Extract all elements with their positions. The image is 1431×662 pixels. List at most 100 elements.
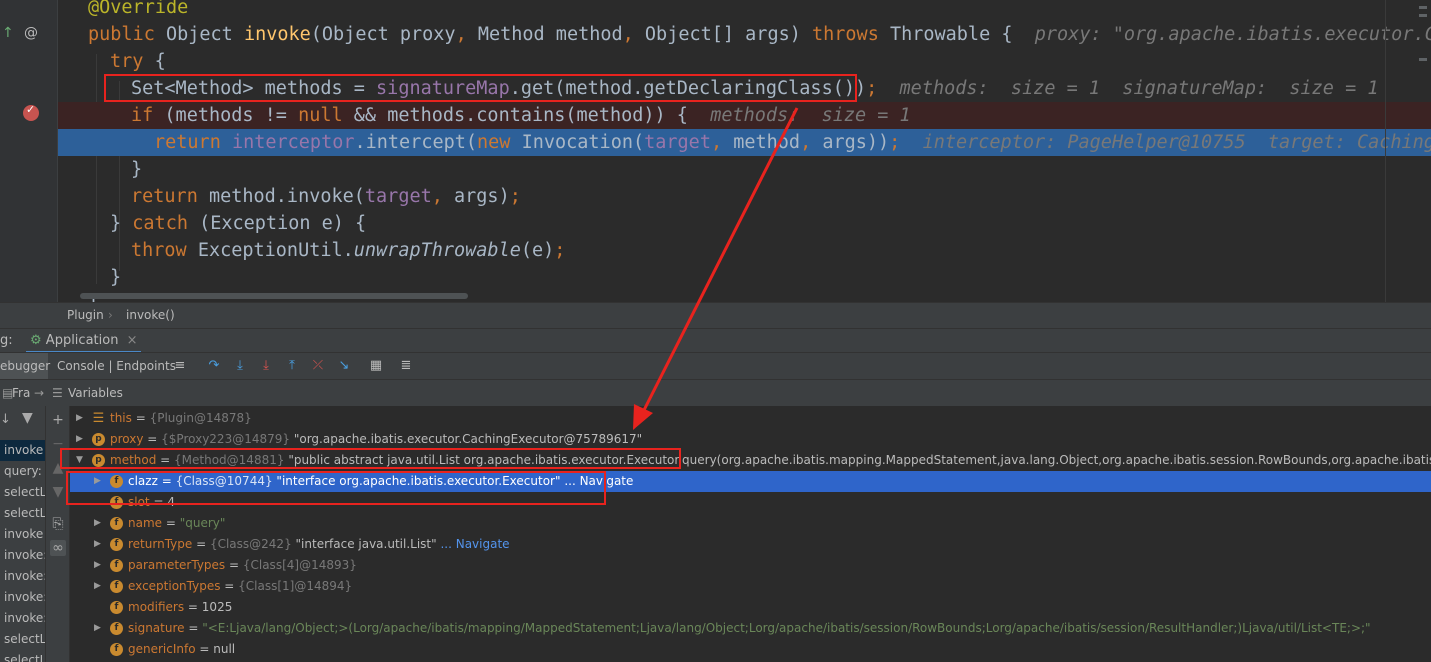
- step-into-icon[interactable]: ⤓: [232, 358, 248, 374]
- expand-arrow-icon[interactable]: ▶: [94, 555, 104, 576]
- code-token: throw: [131, 240, 198, 261]
- variables-tree[interactable]: ▶ ☰ this = {Plugin@14878} ▶ p proxy = {$Prox…: [70, 406, 1431, 662]
- force-step-into-icon[interactable]: ⤓: [258, 358, 274, 374]
- step-out-icon[interactable]: ⤒: [284, 358, 300, 374]
- field-icon: f: [110, 538, 123, 551]
- variable-value: null: [213, 642, 236, 656]
- variable-name: name: [128, 516, 163, 530]
- menu-icon[interactable]: ≡: [172, 358, 188, 374]
- error-stripe-mark[interactable]: [1419, 58, 1427, 61]
- copy-icon[interactable]: ⎘: [50, 516, 66, 532]
- show-watches-icon[interactable]: ∞: [50, 540, 66, 556]
- variable-name: exceptionTypes: [128, 579, 221, 593]
- code-editor[interactable]: ↑ @ ✓ @Override public Object invoke(Obje…: [0, 0, 1431, 302]
- expand-arrow-icon[interactable]: ▶: [76, 408, 86, 429]
- variable-row-genericInfo[interactable]: f genericInfo = null: [70, 639, 1431, 660]
- code-token: ,: [622, 24, 645, 45]
- expand-arrow-icon[interactable]: ▶: [94, 576, 104, 597]
- variable-row-name[interactable]: ▶ f name = "query": [70, 513, 1431, 534]
- highlight-box-clazz-var: [66, 471, 606, 505]
- code-line[interactable]: return method.invoke(target, args);: [58, 183, 1431, 210]
- move-down-icon[interactable]: ▼: [50, 484, 66, 500]
- breadcrumb: Plugin › invoke(): [0, 302, 1431, 328]
- frame-item[interactable]: selectL: [4, 482, 45, 503]
- code-token: ,: [800, 132, 823, 153]
- variable-value: "interface java.util.List": [295, 537, 437, 551]
- code-line[interactable]: return interceptor.intercept(new Invocat…: [58, 129, 1431, 156]
- frames-header-label: Fra: [12, 386, 31, 400]
- run-to-cursor-icon[interactable]: ↘: [336, 358, 352, 374]
- code-line[interactable]: public Object invoke(Object proxy, Metho…: [58, 21, 1431, 48]
- expand-arrow-icon[interactable]: ▶: [94, 513, 104, 534]
- override-method-icon[interactable]: ↑: [2, 25, 14, 41]
- expand-arrow-icon[interactable]: ▶: [76, 429, 86, 450]
- breadcrumb-class[interactable]: Plugin: [67, 303, 104, 328]
- restore-layout-icon[interactable]: →: [34, 380, 44, 406]
- variable-row-this[interactable]: ▶ ☰ this = {Plugin@14878}: [70, 408, 1431, 429]
- code-line[interactable]: @Override: [58, 0, 1431, 21]
- frame-item[interactable]: invoke: [4, 524, 45, 545]
- tab-console-endpoints[interactable]: Console | Endpoints: [57, 353, 176, 379]
- frame-item[interactable]: invoke:: [4, 566, 45, 587]
- frame-item[interactable]: invoke: [0, 440, 45, 461]
- variable-row-exceptionTypes[interactable]: ▶ f exceptionTypes = {Class[1]@14894}: [70, 576, 1431, 597]
- variable-row-modifiers[interactable]: f modifiers = 1025: [70, 597, 1431, 618]
- code-token: }: [110, 267, 122, 288]
- frame-item[interactable]: invoke:: [4, 608, 45, 629]
- frame-item[interactable]: query:: [4, 461, 45, 482]
- variable-row-signature[interactable]: ▶ f signature = "<E:Ljava/lang/Object;>(Lo…: [70, 618, 1431, 639]
- code-token: return: [131, 186, 209, 207]
- variable-name: returnType: [128, 537, 193, 551]
- frames-list[interactable]: ↓ ▼ invoke query: selectL selectL invoke invo…: [0, 406, 46, 662]
- frame-item[interactable]: selectL: [4, 503, 45, 524]
- code-token: {: [154, 51, 166, 72]
- editor-gutter[interactable]: ↑ @ ✓: [0, 0, 58, 302]
- filter-icon[interactable]: ▼: [22, 410, 33, 426]
- tab-debugger[interactable]: ebugger: [0, 353, 50, 379]
- code-token: target: [644, 132, 711, 153]
- more-options-icon[interactable]: ≣: [398, 358, 414, 374]
- code-line[interactable]: throw ExceptionUtil.unwrapThrowable(e);: [58, 237, 1431, 264]
- code-token: ,: [710, 132, 734, 153]
- arrow-down-icon[interactable]: ↓: [0, 412, 11, 427]
- code-token: (methods !=: [164, 105, 299, 126]
- step-over-icon[interactable]: ↷: [206, 358, 222, 374]
- add-watch-icon[interactable]: +: [50, 412, 66, 428]
- error-stripe-mark[interactable]: [1419, 6, 1427, 9]
- navigate-link[interactable]: ... Navigate: [437, 537, 509, 551]
- code-line[interactable]: }: [58, 156, 1431, 183]
- code-token: Invocation(: [521, 132, 645, 153]
- variable-name: this: [110, 411, 132, 425]
- variables-header: ☰ Variables: [46, 379, 1431, 406]
- variable-row-proxy[interactable]: ▶ p proxy = {$Proxy223@14879} "org.apache.…: [70, 429, 1431, 450]
- highlight-box-method-var: [60, 448, 681, 469]
- frame-item[interactable]: invoke:: [4, 545, 45, 566]
- close-icon[interactable]: ×: [127, 333, 138, 348]
- code-line[interactable]: try {: [58, 48, 1431, 75]
- variable-line: parameterTypes = {Class[4]@14893}: [128, 558, 357, 572]
- variable-type: {Plugin@14878}: [149, 411, 252, 425]
- error-stripe-mark[interactable]: [1419, 14, 1427, 17]
- variable-line: this = {Plugin@14878}: [110, 411, 252, 425]
- code-token: null: [298, 105, 354, 126]
- tab-application[interactable]: ⚙ Application ×: [26, 329, 142, 353]
- expand-arrow-icon[interactable]: ▶: [94, 534, 104, 555]
- variable-row-returnType[interactable]: ▶ f returnType = {Class@242} "interface ja…: [70, 534, 1431, 555]
- code-token: catch: [132, 213, 200, 234]
- field-icon: f: [110, 601, 123, 614]
- horizontal-scrollbar[interactable]: [80, 293, 468, 299]
- frame-item[interactable]: selectL: [4, 629, 45, 650]
- variable-row-parameterTypes[interactable]: ▶ f parameterTypes = {Class[4]@14893}: [70, 555, 1431, 576]
- drop-frame-icon[interactable]: ⤫: [310, 358, 326, 374]
- code-token: (e): [520, 240, 555, 261]
- expand-arrow-icon[interactable]: ▶: [94, 618, 104, 639]
- frame-item[interactable]: invoke:: [4, 587, 45, 608]
- breadcrumb-method[interactable]: invoke(): [126, 303, 175, 328]
- code-line[interactable]: if (methods != null && methods.contains(…: [58, 102, 1431, 129]
- code-token: public: [88, 24, 166, 45]
- frame-item[interactable]: selectL: [4, 650, 45, 662]
- code-line[interactable]: } catch (Exception e) {: [58, 210, 1431, 237]
- evaluate-expression-icon[interactable]: ▦: [368, 358, 384, 374]
- tab-application-label: Application: [45, 333, 119, 348]
- code-line[interactable]: }: [58, 264, 1431, 291]
